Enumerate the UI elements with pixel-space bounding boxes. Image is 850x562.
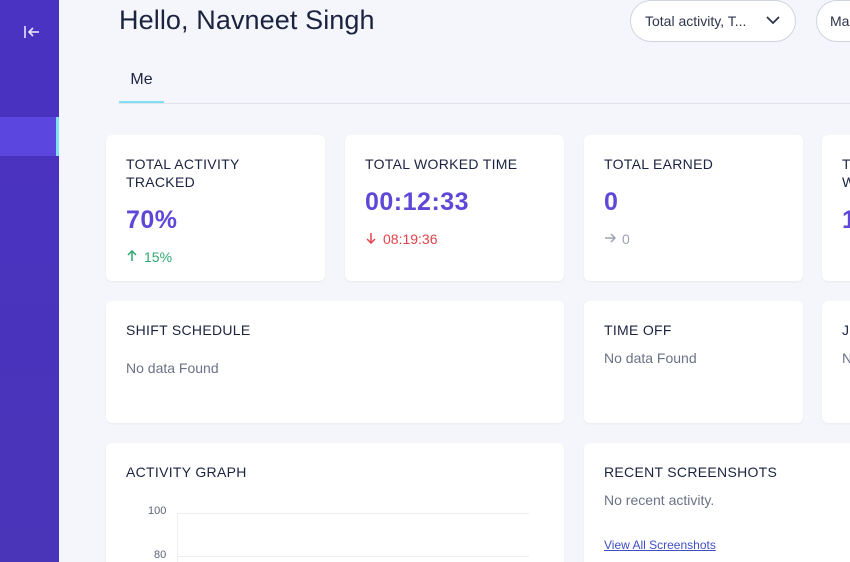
card-title: SHIFT SCHEDULE bbox=[126, 322, 251, 338]
stat-value: 0 bbox=[604, 188, 619, 216]
shift-schedule-card: SHIFT SCHEDULE No data Found bbox=[106, 301, 564, 423]
chevron-down-icon bbox=[765, 12, 781, 31]
gridline bbox=[177, 513, 529, 514]
arrow-right-icon bbox=[604, 231, 617, 247]
collapse-left-icon[interactable] bbox=[20, 20, 44, 44]
stat-card-activity: TOTAL ACTIVITY TRACKED 70% 15% bbox=[106, 135, 325, 281]
stat-value: 1 bbox=[842, 206, 850, 234]
card-title: RECENT SCREENSHOTS bbox=[604, 464, 778, 480]
time-off-card: TIME OFF No data Found bbox=[584, 301, 803, 423]
empty-state-text: N bbox=[842, 350, 850, 366]
activity-filter-label: Total activity, T... bbox=[645, 13, 747, 29]
y-tick-label: 100 bbox=[148, 505, 167, 517]
stat-card-partial: T W 1 bbox=[822, 135, 850, 281]
sidebar bbox=[0, 0, 59, 562]
tab-divider bbox=[119, 103, 850, 104]
stat-title: TOTAL WORKED TIME bbox=[365, 156, 518, 172]
card-title: TIME OFF bbox=[604, 322, 672, 338]
stat-card-earned: TOTAL EARNED 0 0 bbox=[584, 135, 803, 281]
stat-delta: 08:19:36 bbox=[365, 231, 438, 247]
y-tick-label: 80 bbox=[154, 549, 167, 561]
card-title: J bbox=[842, 322, 850, 338]
arrow-up-icon bbox=[126, 249, 138, 265]
tab-me[interactable]: Me bbox=[119, 66, 164, 103]
activity-graph-card: ACTIVITY GRAPH 100 80 bbox=[106, 443, 564, 562]
arrow-down-icon bbox=[365, 231, 377, 247]
secondary-filter-label: Ma bbox=[830, 13, 850, 29]
partial-card: J N bbox=[822, 301, 850, 423]
stat-title: TOTAL ACTIVITY TRACKED bbox=[126, 156, 240, 190]
stat-delta-value: 08:19:36 bbox=[383, 231, 438, 247]
empty-state-text: No data Found bbox=[604, 350, 697, 366]
stat-value: 00:12:33 bbox=[365, 188, 470, 216]
stat-value: 70% bbox=[126, 206, 178, 234]
tab-me-label: Me bbox=[130, 71, 153, 88]
card-title: ACTIVITY GRAPH bbox=[126, 464, 247, 480]
stat-delta: 0 bbox=[604, 231, 630, 247]
stat-delta-value: 0 bbox=[622, 231, 630, 247]
view-all-screenshots-link[interactable]: View All Screenshots bbox=[604, 538, 716, 552]
stat-title: T W bbox=[842, 156, 850, 190]
stat-title: TOTAL EARNED bbox=[604, 156, 714, 172]
page-title: Hello, Navneet Singh bbox=[119, 5, 375, 35]
sidebar-item-active[interactable] bbox=[0, 117, 59, 156]
y-axis bbox=[177, 513, 178, 562]
empty-state-text: No recent activity. bbox=[604, 492, 715, 508]
secondary-filter-dropdown[interactable]: Ma bbox=[816, 0, 850, 42]
activity-filter-dropdown[interactable]: Total activity, T... bbox=[630, 0, 796, 42]
empty-state-text: No data Found bbox=[126, 360, 219, 376]
stat-delta-value: 15% bbox=[144, 249, 173, 265]
stat-delta: 15% bbox=[126, 249, 172, 265]
stat-card-worked-time: TOTAL WORKED TIME 00:12:33 08:19:36 bbox=[345, 135, 564, 281]
gridline bbox=[177, 556, 529, 557]
recent-screenshots-card: RECENT SCREENSHOTS No recent activity. V… bbox=[584, 443, 850, 562]
